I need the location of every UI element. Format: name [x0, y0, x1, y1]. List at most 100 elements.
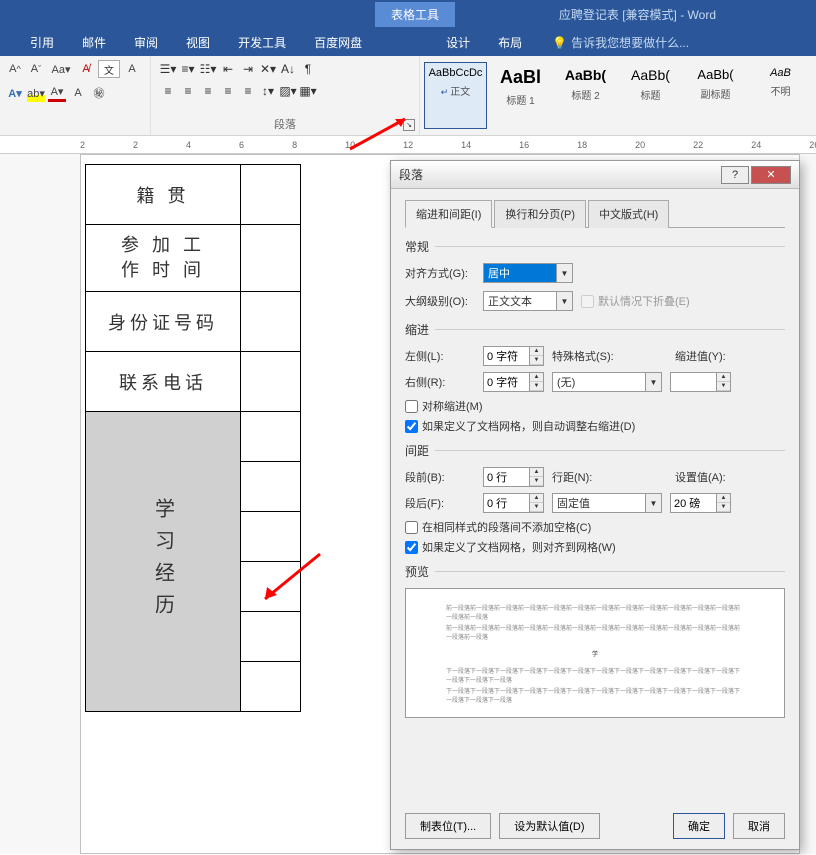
increase-indent-button[interactable]: ⇥	[239, 60, 257, 78]
style-title[interactable]: AaBb( 标题	[619, 62, 682, 129]
align-center-button[interactable]: ≡	[179, 82, 197, 100]
section-preview: 预览	[405, 563, 785, 580]
show-marks-button[interactable]: ¶	[299, 60, 317, 78]
char-border-button[interactable]: A	[123, 60, 141, 78]
tab-baidu[interactable]: 百度网盘	[300, 29, 376, 56]
cell-s3[interactable]	[241, 512, 301, 562]
text-effects-button[interactable]: A▾	[6, 84, 24, 102]
tab-developer[interactable]: 开发工具	[224, 29, 300, 56]
nospace-checkbox[interactable]: 在相同样式的段落间不添加空格(C)	[405, 519, 785, 535]
left-indent-label: 左侧(L):	[405, 348, 475, 364]
cell-s4[interactable]	[241, 562, 301, 612]
style-subtitle[interactable]: AaBb( 副标题	[684, 62, 747, 129]
paragraph-dialog-launcher[interactable]: ↘	[403, 119, 415, 131]
cell-s5[interactable]	[241, 612, 301, 662]
cell-b1[interactable]	[241, 165, 301, 225]
tab-line-page-breaks[interactable]: 换行和分页(P)	[494, 200, 586, 228]
align-left-button[interactable]: ≡	[159, 82, 177, 100]
bulb-icon: 💡	[552, 36, 567, 50]
cell-b4[interactable]	[241, 352, 301, 412]
ok-button[interactable]: 确定	[673, 813, 725, 839]
ruler[interactable]: 2 2 4 6 8 10 12 14 16 18 20 22 24 26 28 …	[0, 136, 816, 154]
set-default-button[interactable]: 设为默认值(D)	[499, 813, 599, 839]
justify-button[interactable]: ≡	[219, 82, 237, 100]
document-title: 应聘登记表 [兼容模式] - Word	[559, 6, 716, 23]
grid-align-checkbox[interactable]: 如果定义了文档网格，则对齐到网格(W)	[405, 539, 785, 555]
tab-asian-typography[interactable]: 中文版式(H)	[588, 200, 669, 228]
shrink-font-icon[interactable]: Aˇ	[27, 60, 45, 78]
style-normal[interactable]: AaBbCcDc ↵正文	[424, 62, 487, 129]
dialog-tabs: 缩进和间距(I) 换行和分页(P) 中文版式(H)	[405, 199, 785, 228]
distribute-button[interactable]: ≡	[239, 82, 257, 100]
cell-jiguan[interactable]: 籍 贯	[86, 165, 241, 225]
cell-s2[interactable]	[241, 462, 301, 512]
cell-b3[interactable]	[241, 292, 301, 352]
tabstops-button[interactable]: 制表位(T)...	[405, 813, 491, 839]
cell-worktime[interactable]: 参 加 工作 时 间	[86, 225, 241, 292]
tab-design[interactable]: 设计	[432, 29, 484, 56]
table-tools-label: 表格工具	[375, 2, 455, 27]
section-spacing: 间距	[405, 442, 785, 459]
cell-b2[interactable]	[241, 225, 301, 292]
style-heading2[interactable]: AaBb( 标题 2	[554, 62, 617, 129]
asian-layout-button[interactable]: ✕▾	[259, 60, 277, 78]
space-after-label: 段后(F):	[405, 495, 475, 511]
special-format-select[interactable]: (无)▼	[552, 372, 662, 392]
style-more[interactable]: AaB 不明	[749, 62, 812, 129]
chevron-down-icon[interactable]: ▼	[556, 264, 572, 282]
shading-button[interactable]: ▨▾	[279, 82, 297, 100]
chevron-down-icon[interactable]: ▼	[645, 373, 661, 391]
document-table[interactable]: 籍 贯 参 加 工作 时 间 身份证号码 联系电话 学习经历	[85, 164, 301, 712]
alignment-select[interactable]: 居中▼	[483, 263, 573, 283]
cancel-button[interactable]: 取消	[733, 813, 785, 839]
linespacing-select[interactable]: 固定值▼	[552, 493, 662, 513]
tell-me-input[interactable]: 💡告诉我您想要做什么...	[542, 29, 699, 56]
cell-phone[interactable]: 联系电话	[86, 352, 241, 412]
tab-layout[interactable]: 布局	[484, 29, 536, 56]
alignment-label: 对齐方式(G):	[405, 265, 475, 281]
grid-indent-checkbox[interactable]: 如果定义了文档网格，则自动调整右缩进(D)	[405, 418, 785, 434]
space-after-spinner[interactable]: ▲▼	[483, 493, 544, 513]
cell-study-history[interactable]: 学习经历	[86, 412, 241, 712]
outline-select[interactable]: 正文文本▼	[483, 291, 573, 311]
dialog-titlebar[interactable]: 段落 ? ✕	[391, 161, 799, 189]
char-shading-button[interactable]: A	[69, 84, 87, 102]
help-button[interactable]: ?	[721, 166, 749, 184]
tab-references[interactable]: 引用	[16, 29, 68, 56]
cell-s6[interactable]	[241, 662, 301, 712]
left-indent-spinner[interactable]: ▲▼	[483, 346, 544, 366]
chevron-down-icon[interactable]: ▼	[645, 494, 661, 512]
setvalue-spinner[interactable]: ▲▼	[670, 493, 731, 513]
mirror-indent-checkbox[interactable]: 对称缩进(M)	[405, 398, 785, 414]
bullets-button[interactable]: ☰▾	[159, 60, 177, 78]
preview-box: 前一段落前一段落前一段落前一段落前一段落前一段落前一段落前一段落前一段落前一段落…	[405, 588, 785, 718]
grow-font-icon[interactable]: A^	[6, 60, 24, 78]
right-indent-spinner[interactable]: ▲▼	[483, 372, 544, 392]
numbering-button[interactable]: ≡▾	[179, 60, 197, 78]
style-heading1[interactable]: AaBl 标题 1	[489, 62, 552, 129]
align-right-button[interactable]: ≡	[199, 82, 217, 100]
line-spacing-button[interactable]: ↕▾	[259, 82, 277, 100]
chevron-down-icon[interactable]: ▼	[556, 292, 572, 310]
borders-button[interactable]: ▦▾	[299, 82, 317, 100]
font-color-button[interactable]: A▾	[48, 84, 66, 102]
tab-review[interactable]: 审阅	[120, 29, 172, 56]
dialog-buttons: 制表位(T)... 设为默认值(D) 确定 取消	[405, 813, 785, 839]
phonetic-guide-button[interactable]: 文	[98, 60, 120, 78]
indent-value-spinner[interactable]: ▲▼	[670, 372, 731, 392]
paragraph-group: ☰▾ ≡▾ ☷▾ ⇤ ⇥ ✕▾ A↓ ¶ ≡ ≡ ≡ ≡ ≡ ↕▾ ▨▾ ▦▾ …	[150, 56, 420, 135]
space-before-spinner[interactable]: ▲▼	[483, 467, 544, 487]
highlight-button[interactable]: ab▾	[27, 84, 45, 102]
decrease-indent-button[interactable]: ⇤	[219, 60, 237, 78]
enclosed-char-button[interactable]: ㊙	[90, 84, 108, 102]
change-case-button[interactable]: Aa▾	[48, 60, 74, 78]
tab-view[interactable]: 视图	[172, 29, 224, 56]
cell-idcard[interactable]: 身份证号码	[86, 292, 241, 352]
clear-format-icon[interactable]: A̸	[77, 60, 95, 78]
tab-mailings[interactable]: 邮件	[68, 29, 120, 56]
multilevel-button[interactable]: ☷▾	[199, 60, 217, 78]
cell-s1[interactable]	[241, 412, 301, 462]
tab-indent-spacing[interactable]: 缩进和间距(I)	[405, 200, 492, 228]
sort-button[interactable]: A↓	[279, 60, 297, 78]
close-button[interactable]: ✕	[751, 166, 791, 184]
